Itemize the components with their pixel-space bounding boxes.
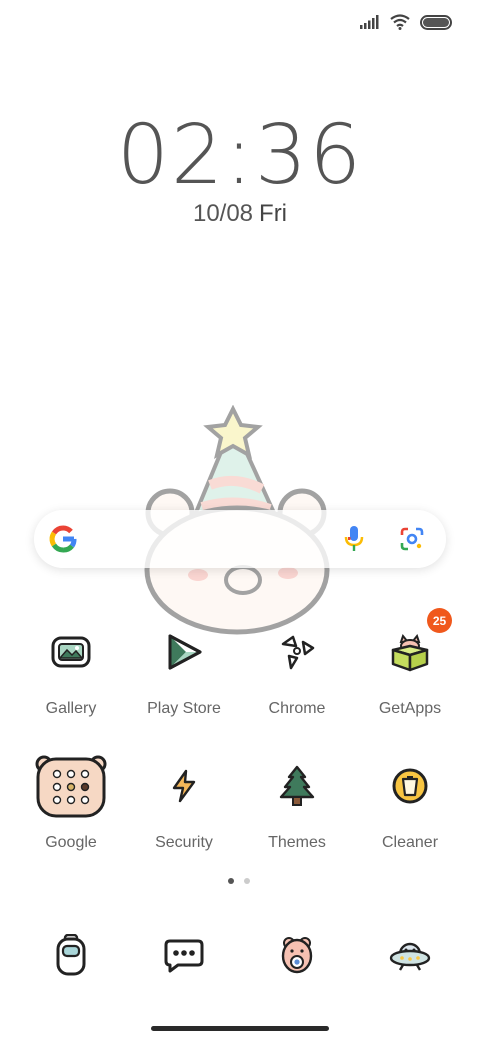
play-store-icon (168, 634, 202, 670)
mic-icon[interactable] (343, 525, 365, 553)
battery-fill (423, 17, 449, 27)
messages-icon (164, 939, 204, 973)
clock-date[interactable]: 10/08 Fri (0, 200, 480, 228)
wifi-icon (390, 14, 410, 30)
weekday-text: Fri (259, 200, 288, 227)
app-themes[interactable]: Themes (238, 756, 356, 852)
app-google-folder[interactable]: Google (12, 755, 130, 852)
clock-time[interactable]: 02:36 (0, 108, 480, 203)
dock-camera[interactable] (238, 925, 356, 985)
page-dot-1[interactable] (228, 878, 234, 884)
cleaner-icon (392, 768, 428, 804)
dock-messages[interactable] (125, 925, 243, 985)
app-security[interactable]: Security (125, 756, 243, 852)
signal-bars-icon (360, 15, 379, 29)
app-label-themes: Themes (268, 834, 326, 851)
app-label-security: Security (155, 834, 213, 851)
notification-badge: 25 (427, 608, 452, 633)
browser-icon (389, 942, 431, 971)
page-indicator[interactable] (228, 878, 250, 884)
app-chrome[interactable]: Chrome (238, 622, 356, 718)
themes-icon (279, 765, 315, 806)
app-label-cleaner: Cleaner (381, 834, 439, 851)
app-label-google: Google (45, 834, 97, 851)
app-label-getapps: GetApps (378, 700, 442, 717)
app-label-chrome: Chrome (268, 700, 326, 717)
app-cleaner[interactable]: Cleaner (351, 756, 469, 852)
app-play-store[interactable]: Play Store (125, 622, 243, 718)
chrome-icon (281, 635, 315, 670)
app-getapps[interactable]: GetApps (351, 622, 469, 718)
camera-icon (281, 937, 313, 974)
google-g-icon[interactable] (48, 524, 78, 554)
google-lens-icon[interactable] (400, 527, 424, 551)
gallery-icon (51, 636, 91, 668)
getapps-icon (391, 633, 429, 672)
app-label-gallery: Gallery (45, 700, 97, 717)
google-search-bar[interactable] (34, 510, 446, 568)
app-label-play-store: Play Store (147, 700, 221, 717)
status-bar (360, 10, 452, 34)
security-icon (172, 769, 196, 803)
date-text: 10/08 (192, 200, 254, 227)
dock-browser[interactable] (351, 925, 469, 985)
battery-icon (420, 14, 452, 30)
phone-icon (56, 934, 86, 976)
home-indicator[interactable] (151, 1026, 329, 1031)
page-dot-2[interactable] (244, 878, 250, 884)
app-gallery[interactable]: Gallery (12, 622, 130, 718)
dock-phone[interactable] (12, 925, 130, 985)
google-folder-icon (35, 755, 107, 818)
